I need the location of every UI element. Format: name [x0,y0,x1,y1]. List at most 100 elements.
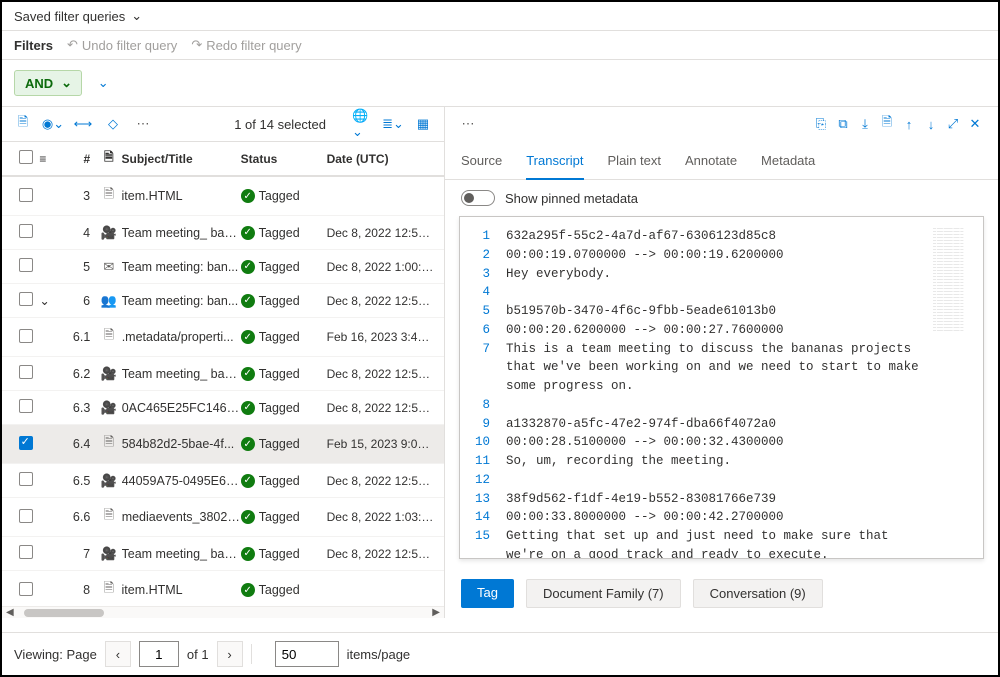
results-pane: 🗎 ◉⌄ ⟷ ◇ ⋯ 1 of 14 selected 🌐⌄ ≣⌄ ▦ ≡ # … [2,107,445,618]
row-status: ✓Tagged [241,330,327,344]
globe-icon[interactable]: 🌐⌄ [352,113,374,135]
bottom-actions: Tag Document Family (7) Conversation (9) [445,569,998,618]
tab-annotate[interactable]: Annotate [685,145,737,179]
row-checkbox[interactable] [19,224,33,238]
document-family-button[interactable]: Document Family (7) [526,579,681,608]
kind-icon: 🗎 [96,579,121,601]
subgroup-dropdown[interactable]: ⌄ [92,72,114,94]
preview-tabs: Source Transcript Plain text Annotate Me… [445,141,998,180]
and-operator-pill[interactable]: AND ⌄ [14,70,82,96]
document-icon[interactable]: 🗎 [12,113,34,135]
globe-action-icon[interactable]: ◉⌄ [42,113,64,135]
table-row[interactable]: 6.3🎥0AC465E25FC146E...✓TaggedDec 8, 2022… [2,391,444,425]
prev-page-button[interactable]: ‹ [105,641,131,667]
chevron-down-icon: ⌄ [61,75,71,91]
open-external-icon[interactable]: ⎘ [810,113,832,135]
up-arrow-icon[interactable]: ↑ [898,113,920,135]
redo-filter-button[interactable]: ↷ Redo filter query [191,37,301,53]
table-row[interactable]: 6.4🗎584b82d2-5bae-4f...✓TaggedFeb 15, 20… [2,425,444,464]
row-checkbox[interactable] [19,582,33,596]
row-title: Team meeting_ ban... [122,367,241,381]
table-row[interactable]: 6.2🎥Team meeting_ ban...✓TaggedDec 8, 20… [2,357,444,391]
items-per-page-select[interactable] [275,641,339,667]
tag-button[interactable]: Tag [461,579,514,608]
row-checkbox[interactable] [19,436,33,450]
of-label: of 1 [187,647,209,662]
tab-plain-text[interactable]: Plain text [608,145,661,179]
down-arrow-icon[interactable]: ↓ [920,113,942,135]
row-checkbox[interactable] [19,509,33,523]
row-index: 6.2 [61,367,97,381]
row-checkbox[interactable] [19,365,33,379]
col-status[interactable]: Status [241,152,327,166]
next-page-button[interactable]: › [217,641,243,667]
line-text: 38f9d562-f1df-4e19-b552-83081766e739 [506,490,923,509]
redo-icon: ↷ [191,37,202,53]
row-checkbox[interactable] [19,292,33,306]
row-checkbox[interactable] [19,472,33,486]
line-text: So, um, recording the meeting. [506,452,923,471]
table-row[interactable]: 8🗎item.HTML✓Tagged [2,571,444,606]
page-input[interactable] [139,641,179,667]
grid-view-icon[interactable]: ▦ [412,113,434,135]
table-row[interactable]: 4🎥Team meeting_ ban...✓TaggedDec 8, 2022… [2,216,444,250]
expand-toggle[interactable]: ⌄ [39,293,60,308]
copy-icon[interactable]: ⧉ [832,113,854,135]
operator-label: AND [25,76,53,91]
more-icon[interactable]: ⋯ [457,113,479,135]
row-title: Team meeting_ ban... [122,226,241,240]
table-row[interactable]: 7🎥Team meeting_ ban...✓TaggedDec 8, 2022… [2,537,444,571]
line-number: 14 [470,508,506,527]
line-number: 7 [470,340,506,396]
row-date: Dec 8, 2022 12:59:2... [327,474,434,488]
conversation-button[interactable]: Conversation (9) [693,579,823,608]
line-number: 12 [470,471,506,490]
tab-source[interactable]: Source [461,145,502,179]
tab-transcript[interactable]: Transcript [526,145,583,180]
row-checkbox[interactable] [19,188,33,202]
row-title: Team meeting_ ban... [122,547,241,561]
row-index: 4 [61,226,96,240]
table-row[interactable]: 6.5🎥44059A75-0495E62...✓TaggedDec 8, 202… [2,464,444,498]
close-icon[interactable]: ✕ [964,113,986,135]
transcript-content[interactable]: 1632a295f-55c2-4a7d-af67-6306123d85c8200… [460,217,983,559]
header: Saved filter queries ⌄ [2,2,998,31]
tag-clear-icon[interactable]: ◇ [102,113,124,135]
table-row[interactable]: 6.1🗎.metadata/properti...✓TaggedFeb 16, … [2,318,444,357]
col-index[interactable]: # [61,152,96,166]
saved-filter-queries-dropdown[interactable]: Saved filter queries ⌄ [14,8,141,24]
more-icon[interactable]: ⋯ [132,113,154,135]
line-number: 6 [470,321,506,340]
horizontal-scrollbar[interactable]: ◀ ▶ [2,606,444,618]
minimap[interactable]: — —— ——— —— —— —— ——— —— —— —— ——— —— ——… [933,227,977,332]
row-checkbox[interactable] [19,258,33,272]
col-subject[interactable]: Subject/Title [122,152,241,166]
row-checkbox[interactable] [19,545,33,559]
row-date: Feb 16, 2023 3:49:5... [327,330,434,344]
col-date[interactable]: Date (UTC) [327,152,434,166]
line-text: Hey everybody. [506,265,923,284]
download-icon[interactable]: ⤓ [854,113,876,135]
line-number: 5 [470,302,506,321]
list-view-icon[interactable]: ≣⌄ [382,113,404,135]
line-text: 00:00:33.8000000 --> 00:00:42.2700000 [506,508,923,527]
line-number: 9 [470,415,506,434]
table-row[interactable]: 3🗎item.HTML✓Tagged [2,177,444,216]
table-row[interactable]: 6.6🗎mediaevents_3802-...✓TaggedDec 8, 20… [2,498,444,537]
pinned-metadata-toggle[interactable] [461,190,495,206]
export-icon[interactable]: 🗎 [876,113,898,135]
row-index: 6 [61,294,96,308]
expand-icon[interactable]: ⤢ [942,113,964,135]
table-row[interactable]: 5✉Team meeting: ban...✓TaggedDec 8, 2022… [2,250,444,284]
results-toolbar: 🗎 ◉⌄ ⟷ ◇ ⋯ 1 of 14 selected 🌐⌄ ≣⌄ ▦ [2,107,444,142]
select-all-checkbox[interactable] [19,150,33,164]
row-index: 7 [61,547,96,561]
row-checkbox[interactable] [19,329,33,343]
row-checkbox[interactable] [19,399,33,413]
pinned-metadata-row: Show pinned metadata [445,180,998,216]
table-row[interactable]: ⌄6👥Team meeting: ban...✓TaggedDec 8, 202… [2,284,444,318]
undo-filter-button[interactable]: ↶ Undo filter query [67,37,177,53]
tab-metadata[interactable]: Metadata [761,145,815,179]
row-title: item.HTML [122,189,241,203]
fit-icon[interactable]: ⟷ [72,113,94,135]
